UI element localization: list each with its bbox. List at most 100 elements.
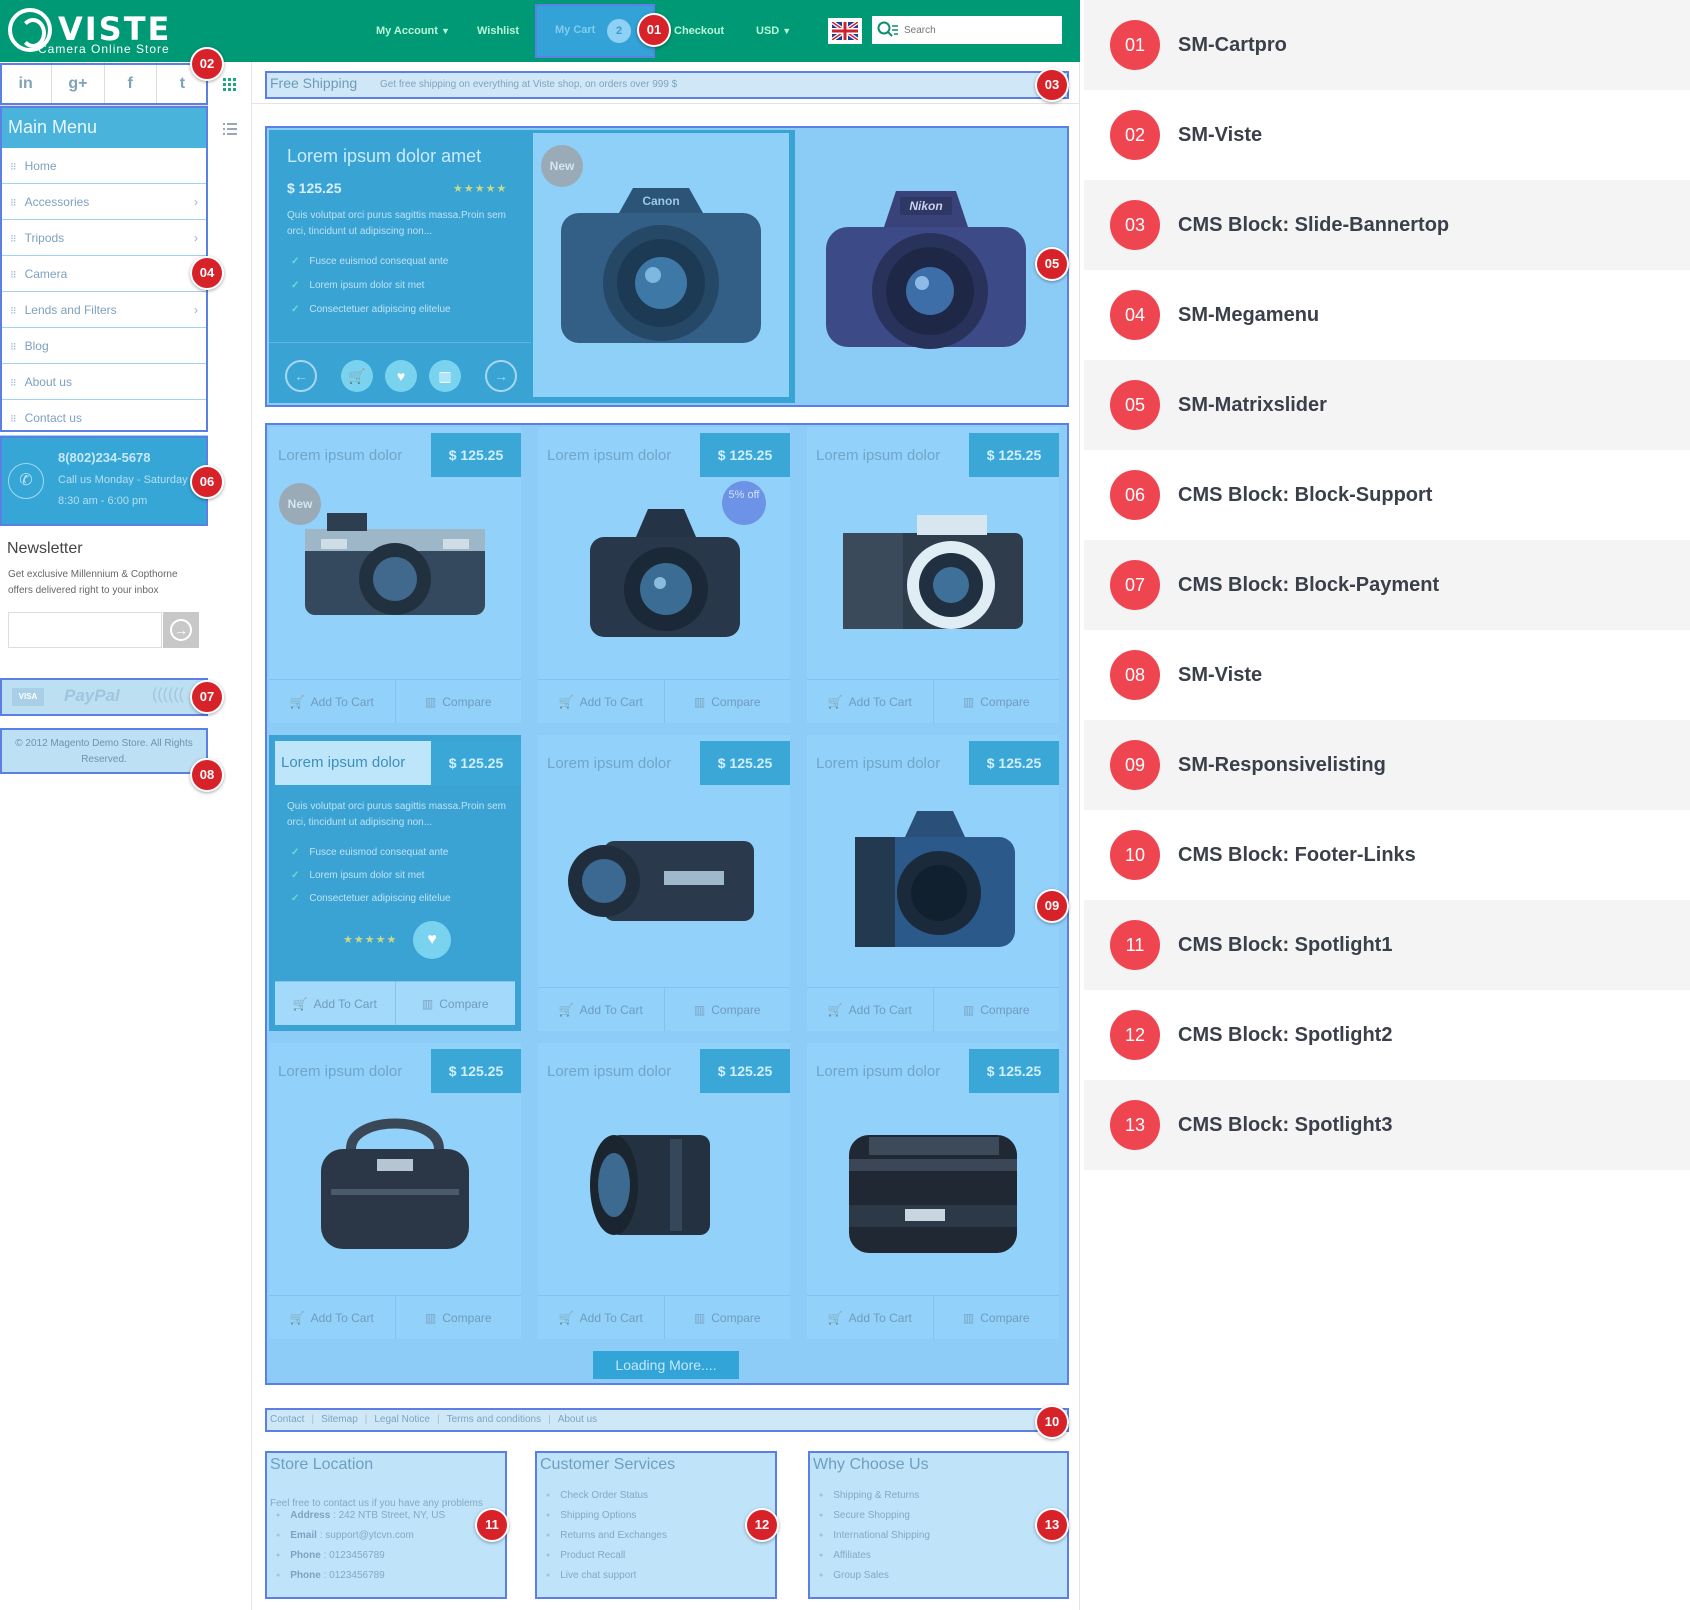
add-to-cart-button[interactable]: 🛒 Add To Cart — [538, 1296, 664, 1339]
product-image[interactable] — [829, 801, 1037, 951]
heart-icon[interactable]: ♥ — [385, 360, 417, 392]
spotlight-item[interactable]: International Shipping — [819, 1530, 930, 1541]
menu-item[interactable]: ⠿ Blog — [0, 328, 208, 364]
nikon-camera-image[interactable]: Nikon — [796, 147, 1058, 387]
spotlight-title: Why Choose Us — [813, 1456, 929, 1473]
search-input[interactable] — [904, 22, 1054, 38]
heart-icon[interactable]: ♥ — [413, 921, 451, 959]
product-card[interactable]: Lorem ipsum dolor $ 125.25 🛒 Add To Cart ▥ Co… — [538, 735, 790, 1031]
footer-link[interactable]: Sitemap — [321, 1414, 358, 1425]
add-to-cart-button[interactable]: 🛒 Add To Cart — [807, 680, 933, 723]
product-image[interactable] — [829, 1109, 1037, 1259]
product-name[interactable]: Lorem ipsum dolor — [278, 447, 402, 464]
footer-link[interactable]: Legal Notice — [374, 1414, 430, 1425]
compare-button[interactable]: ▥ Compare — [932, 1296, 1060, 1339]
compare-button[interactable]: ▥ Compare — [663, 680, 791, 723]
compare-button[interactable]: ▥ Compare — [932, 988, 1060, 1031]
spotlight-item[interactable]: Shipping & Returns — [819, 1490, 919, 1501]
newsletter-description: Get exclusive Millennium & Copthorne off… — [8, 569, 178, 596]
facebook-icon[interactable]: f — [105, 62, 157, 105]
menu-item[interactable]: ⠿ Accessories › — [0, 184, 208, 220]
product-card[interactable]: Lorem ipsum dolor $ 125.25 🛒 Add To Cart ▥ Co… — [807, 735, 1059, 1031]
compare-button[interactable]: ▥ Compare — [394, 1296, 522, 1339]
compare-icon[interactable]: ▥ — [429, 360, 461, 392]
add-to-cart-button[interactable]: 🛒 Add To Cart — [538, 988, 664, 1031]
product-card[interactable]: Lorem ipsum dolor $ 125.25 🛒 Add To Cart ▥ Co… — [807, 427, 1059, 723]
menu-item[interactable]: ⠿ Camera — [0, 256, 208, 292]
footer-link[interactable]: Contact — [270, 1414, 304, 1425]
compare-button[interactable]: ▥ Compare — [394, 982, 516, 1025]
logo[interactable]: VISTE Camera Online Store — [8, 8, 178, 56]
footer-link[interactable]: Terms and conditions — [447, 1414, 542, 1425]
product-card[interactable]: Lorem ipsum dolor $ 125.25 New 🛒 Add To Cart… — [269, 427, 521, 723]
product-image[interactable] — [291, 1109, 499, 1259]
product-card[interactable]: Lorem ipsum dolor $ 125.25 Quis volutpat o… — [269, 735, 521, 1031]
product-name[interactable]: Lorem ipsum dolor — [547, 755, 671, 772]
spotlight-item[interactable]: Returns and Exchanges — [546, 1530, 667, 1541]
compare-button[interactable]: ▥ Compare — [663, 988, 791, 1031]
loading-more-button[interactable]: Loading More.... — [593, 1351, 739, 1379]
menu-item[interactable]: ⠿ Lends and Filters › — [0, 292, 208, 328]
spotlight-item[interactable]: Check Order Status — [546, 1490, 648, 1501]
add-to-cart-button[interactable]: 🛒 Add To Cart — [269, 680, 395, 723]
grid-view-icon[interactable] — [223, 78, 237, 92]
newsletter-email-input[interactable] — [8, 612, 162, 648]
cart-icon[interactable]: 🛒 — [341, 360, 373, 392]
spotlight-item[interactable]: Product Recall — [546, 1550, 625, 1561]
linkedin-icon[interactable]: in — [0, 62, 53, 105]
newsletter-submit-button[interactable]: → — [163, 612, 199, 648]
nav-my-account[interactable]: My Account ▼ — [376, 0, 450, 62]
slider-product-title[interactable]: Lorem ipsum dolor amet — [287, 146, 481, 167]
nav-wishlist[interactable]: Wishlist — [477, 0, 519, 62]
product-image[interactable] — [560, 801, 768, 951]
product-name[interactable]: Lorem ipsum dolor — [278, 1063, 402, 1080]
spotlight-item[interactable]: Affiliates — [819, 1550, 871, 1561]
language-flag-icon[interactable] — [828, 18, 862, 44]
support-phone[interactable]: 8(802)234-5678 — [58, 450, 151, 465]
product-card[interactable]: Lorem ipsum dolor $ 125.25 🛒 Add To Cart ▥ Co… — [269, 1043, 521, 1339]
compare-button[interactable]: ▥ Compare — [394, 680, 522, 723]
spotlight-item[interactable]: Secure Shopping — [819, 1510, 910, 1521]
slider-prev-icon[interactable]: ← — [285, 360, 317, 392]
phone-icon: ✆ — [8, 463, 44, 499]
cart-count-badge: 2 — [607, 19, 631, 43]
add-to-cart-button[interactable]: 🛒 Add To Cart — [275, 982, 395, 1025]
grid-bullet-icon: ⠿ — [10, 306, 17, 316]
currency-select[interactable]: USD ▼ — [756, 0, 791, 62]
product-image[interactable] — [560, 1109, 768, 1259]
add-to-cart-button[interactable]: 🛒 Add To Cart — [538, 680, 664, 723]
slider-next-icon[interactable]: → — [485, 360, 517, 392]
legend-number: 04 — [1110, 290, 1160, 340]
compare-button[interactable]: ▥ Compare — [932, 680, 1060, 723]
list-view-icon[interactable] — [223, 122, 237, 136]
bar-chart-icon: ▥ — [693, 1311, 706, 1325]
product-card[interactable]: Lorem ipsum dolor $ 125.25 🛒 Add To Cart ▥ Co… — [807, 1043, 1059, 1339]
add-to-cart-button[interactable]: 🛒 Add To Cart — [807, 1296, 933, 1339]
product-name[interactable]: Lorem ipsum dolor — [816, 755, 940, 772]
menu-item[interactable]: ⠿ Contact us — [0, 400, 208, 436]
product-name[interactable]: Lorem ipsum dolor — [275, 741, 431, 785]
product-name[interactable]: Lorem ipsum dolor — [547, 1063, 671, 1080]
product-image[interactable] — [829, 493, 1037, 643]
search-icon[interactable] — [877, 21, 899, 39]
spotlight-item[interactable]: Shipping Options — [546, 1510, 636, 1521]
product-image[interactable] — [291, 493, 499, 643]
spotlight-item[interactable]: Live chat support — [546, 1570, 636, 1581]
google-plus-icon[interactable]: g+ — [52, 62, 105, 105]
menu-item[interactable]: ⠿ About us — [0, 364, 208, 400]
nav-checkout[interactable]: Checkout — [674, 0, 724, 62]
menu-item[interactable]: ⠿ Home — [0, 148, 208, 184]
menu-item[interactable]: ⠿ Tripods › — [0, 220, 208, 256]
compare-button[interactable]: ▥ Compare — [663, 1296, 791, 1339]
product-name[interactable]: Lorem ipsum dolor — [816, 447, 940, 464]
legend-number: 03 — [1110, 200, 1160, 250]
product-card[interactable]: Lorem ipsum dolor $ 125.25 5% off 🛒 Add To C… — [538, 427, 790, 723]
slider-product-image[interactable]: Canon New — [533, 133, 789, 397]
product-card[interactable]: Lorem ipsum dolor $ 125.25 🛒 Add To Cart ▥ Co… — [538, 1043, 790, 1339]
add-to-cart-button[interactable]: 🛒 Add To Cart — [807, 988, 933, 1031]
spotlight-item[interactable]: Group Sales — [819, 1570, 889, 1581]
footer-link[interactable]: About us — [558, 1414, 597, 1425]
product-name[interactable]: Lorem ipsum dolor — [816, 1063, 940, 1080]
add-to-cart-button[interactable]: 🛒 Add To Cart — [269, 1296, 395, 1339]
product-name[interactable]: Lorem ipsum dolor — [547, 447, 671, 464]
